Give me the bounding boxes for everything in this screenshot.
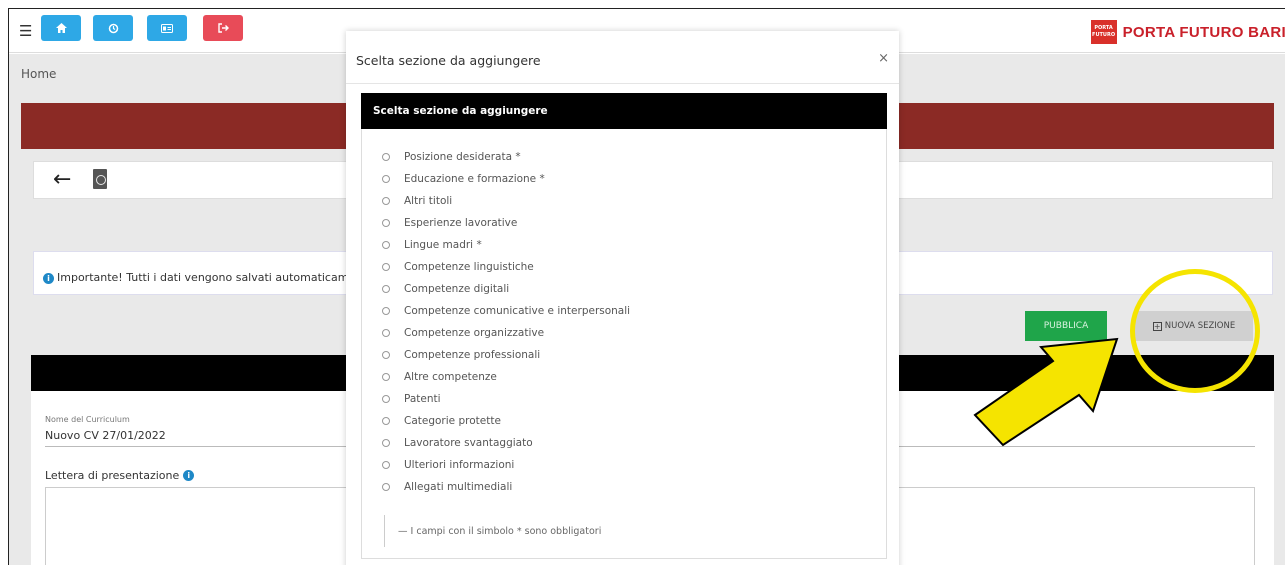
radio-button[interactable] — [382, 307, 390, 315]
radio-button[interactable] — [382, 395, 390, 403]
cv-name-input[interactable]: Nuovo CV 27/01/2022 — [45, 429, 166, 442]
modal-divider — [346, 83, 899, 84]
radio-button[interactable] — [382, 439, 390, 447]
radio-button[interactable] — [382, 219, 390, 227]
breadcrumb-home[interactable]: Home — [21, 67, 56, 81]
history-button[interactable] — [93, 15, 133, 41]
brand[interactable]: PORTA FUTURO PORTA FUTURO BARI — [1090, 19, 1285, 45]
highlight-circle-annotation — [1130, 269, 1260, 393]
radio-button[interactable] — [382, 461, 390, 469]
option-allegati-multimediali[interactable]: Allegati multimediali — [382, 479, 512, 495]
option-posizione-desiderata[interactable]: Posizione desiderata * — [382, 149, 521, 165]
radio-button[interactable] — [382, 285, 390, 293]
option-patenti[interactable]: Patenti — [382, 391, 441, 407]
radio-button[interactable] — [382, 351, 390, 359]
radio-button[interactable] — [382, 263, 390, 271]
radio-button[interactable] — [382, 329, 390, 337]
radio-button[interactable] — [382, 483, 390, 491]
radio-button[interactable] — [382, 175, 390, 183]
radio-button[interactable] — [382, 373, 390, 381]
radio-button[interactable] — [382, 241, 390, 249]
required-fields-note: — I campi con il simbolo * sono obbligat… — [384, 515, 601, 547]
option-ulteriori-informazioni[interactable]: Ulteriori informazioni — [382, 457, 514, 473]
section-modal: Scelta sezione da aggiungere × Scelta se… — [346, 31, 899, 565]
option-altri-titoli[interactable]: Altri titoli — [382, 193, 452, 209]
option-lingue-madri[interactable]: Lingue madri * — [382, 237, 482, 253]
id-card-button[interactable] — [147, 15, 187, 41]
cv-name-label: Nome del Curriculum — [45, 415, 130, 424]
home-icon — [55, 23, 67, 33]
option-competenze-digitali[interactable]: Competenze digitali — [382, 281, 509, 297]
radio-button[interactable] — [382, 417, 390, 425]
option-competenze-organizzative[interactable]: Competenze organizzative — [382, 325, 544, 341]
close-icon[interactable]: × — [878, 51, 889, 66]
info-icon: i — [43, 273, 54, 284]
cover-letter-label: Lettera di presentazione — [45, 469, 180, 482]
option-altre-competenze[interactable]: Altre competenze — [382, 369, 497, 385]
radio-button[interactable] — [382, 153, 390, 161]
option-lavoratore-svantaggiato[interactable]: Lavoratore svantaggiato — [382, 435, 533, 451]
option-competenze-linguistiche[interactable]: Competenze linguistiche — [382, 259, 534, 275]
history-icon — [108, 23, 118, 33]
id-card-icon — [161, 23, 173, 33]
section-options-panel: Posizione desiderata * Educazione e form… — [361, 129, 887, 559]
radio-button[interactable] — [382, 197, 390, 205]
info-icon[interactable]: i — [183, 470, 195, 481]
modal-title: Scelta sezione da aggiungere — [356, 53, 541, 68]
brand-name: PORTA FUTURO BARI — [1122, 23, 1285, 41]
logout-icon — [217, 23, 229, 33]
option-educazione-formazione[interactable]: Educazione e formazione * — [382, 171, 545, 187]
pdf-icon[interactable] — [93, 169, 107, 189]
option-competenze-professionali[interactable]: Competenze professionali — [382, 347, 540, 363]
hamburger-menu-icon[interactable]: ☰ — [19, 22, 32, 40]
option-esperienze-lavorative[interactable]: Esperienze lavorative — [382, 215, 517, 231]
back-arrow-icon[interactable]: ← — [53, 167, 71, 192]
logout-button[interactable] — [203, 15, 243, 41]
pointer-arrow-annotation — [973, 337, 1119, 447]
section-header: Scelta sezione da aggiungere — [361, 93, 887, 129]
cover-letter-label-row: Lettera di presentazione i — [45, 469, 195, 482]
brand-logo: PORTA FUTURO — [1090, 20, 1117, 44]
home-button[interactable] — [41, 15, 81, 41]
option-competenze-comunicative[interactable]: Competenze comunicative e interpersonali — [382, 303, 630, 319]
option-categorie-protette[interactable]: Categorie protette — [382, 413, 501, 429]
